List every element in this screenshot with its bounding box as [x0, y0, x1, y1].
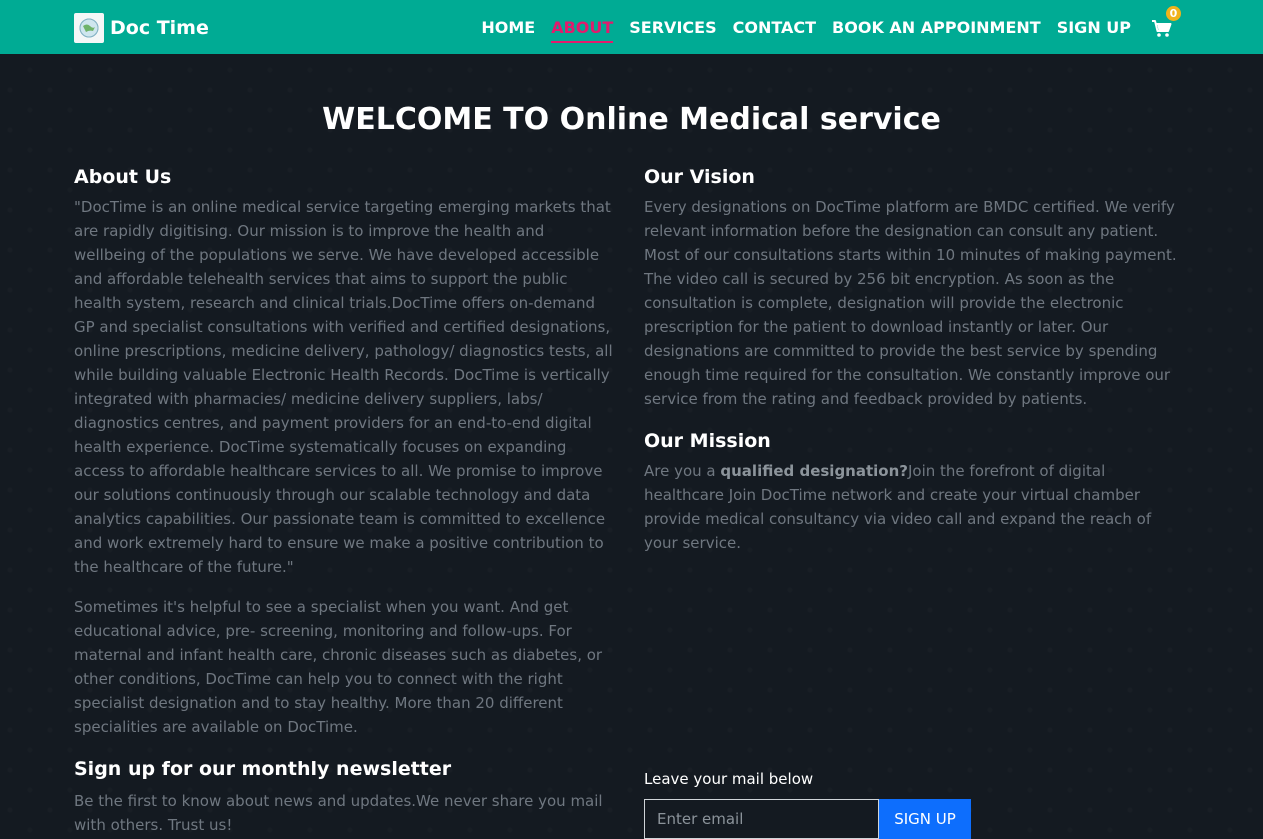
shopping-cart-icon — [1152, 20, 1172, 37]
mission-section: Our Mission Are you a qualified designat… — [644, 429, 1189, 555]
about-title: About Us — [74, 166, 172, 188]
vision-section: Our Vision Every designations on DocTime… — [644, 165, 1189, 411]
nav-home[interactable]: HOME — [481, 14, 535, 41]
nav-contact[interactable]: CONTACT — [733, 14, 816, 41]
cart-count-badge: 0 — [1166, 6, 1181, 21]
nav-book-appointment[interactable]: BOOK AN APPOINMENT — [832, 14, 1041, 41]
newsletter-title: Sign up for our monthly newsletter — [74, 758, 452, 780]
mission-text: Are you a qualified designation?Join the… — [644, 459, 1189, 555]
page-title: WELCOME TO Online Medical service — [322, 102, 941, 137]
nav-sign-up[interactable]: SIGN UP — [1057, 14, 1131, 41]
nav-about[interactable]: ABOUT — [551, 14, 614, 43]
email-input[interactable] — [644, 799, 879, 839]
about-paragraph-2: Sometimes it's helpful to see a speciali… — [74, 598, 603, 736]
mission-title: Our Mission — [644, 430, 771, 452]
about-paragraph-1: "DocTime is an online medical service ta… — [74, 198, 613, 576]
cart-button[interactable]: 0 — [1151, 6, 1181, 39]
nav-services[interactable]: SERVICES — [629, 14, 716, 41]
navbar: Doc Time HOME ABOUT SERVICES CONTACT BOO… — [0, 0, 1263, 54]
vision-text: Every designations on DocTime platform a… — [644, 198, 1177, 408]
globe-logo-icon — [74, 13, 104, 43]
main-nav: HOME ABOUT SERVICES CONTACT BOOK AN APPO… — [465, 0, 1181, 54]
newsletter-signup-button[interactable]: SIGN UP — [879, 799, 971, 839]
brand[interactable]: Doc Time — [74, 13, 209, 43]
mission-bold: qualified designation? — [720, 462, 908, 480]
brand-name: Doc Time — [110, 17, 209, 39]
mail-label: Leave your mail below — [644, 770, 814, 788]
vision-title: Our Vision — [644, 166, 755, 188]
newsletter-text: Be the first to know about news and upda… — [74, 792, 603, 834]
mission-prefix: Are you a — [644, 462, 721, 480]
about-section: About Us "DocTime is an online medical s… — [74, 165, 619, 739]
